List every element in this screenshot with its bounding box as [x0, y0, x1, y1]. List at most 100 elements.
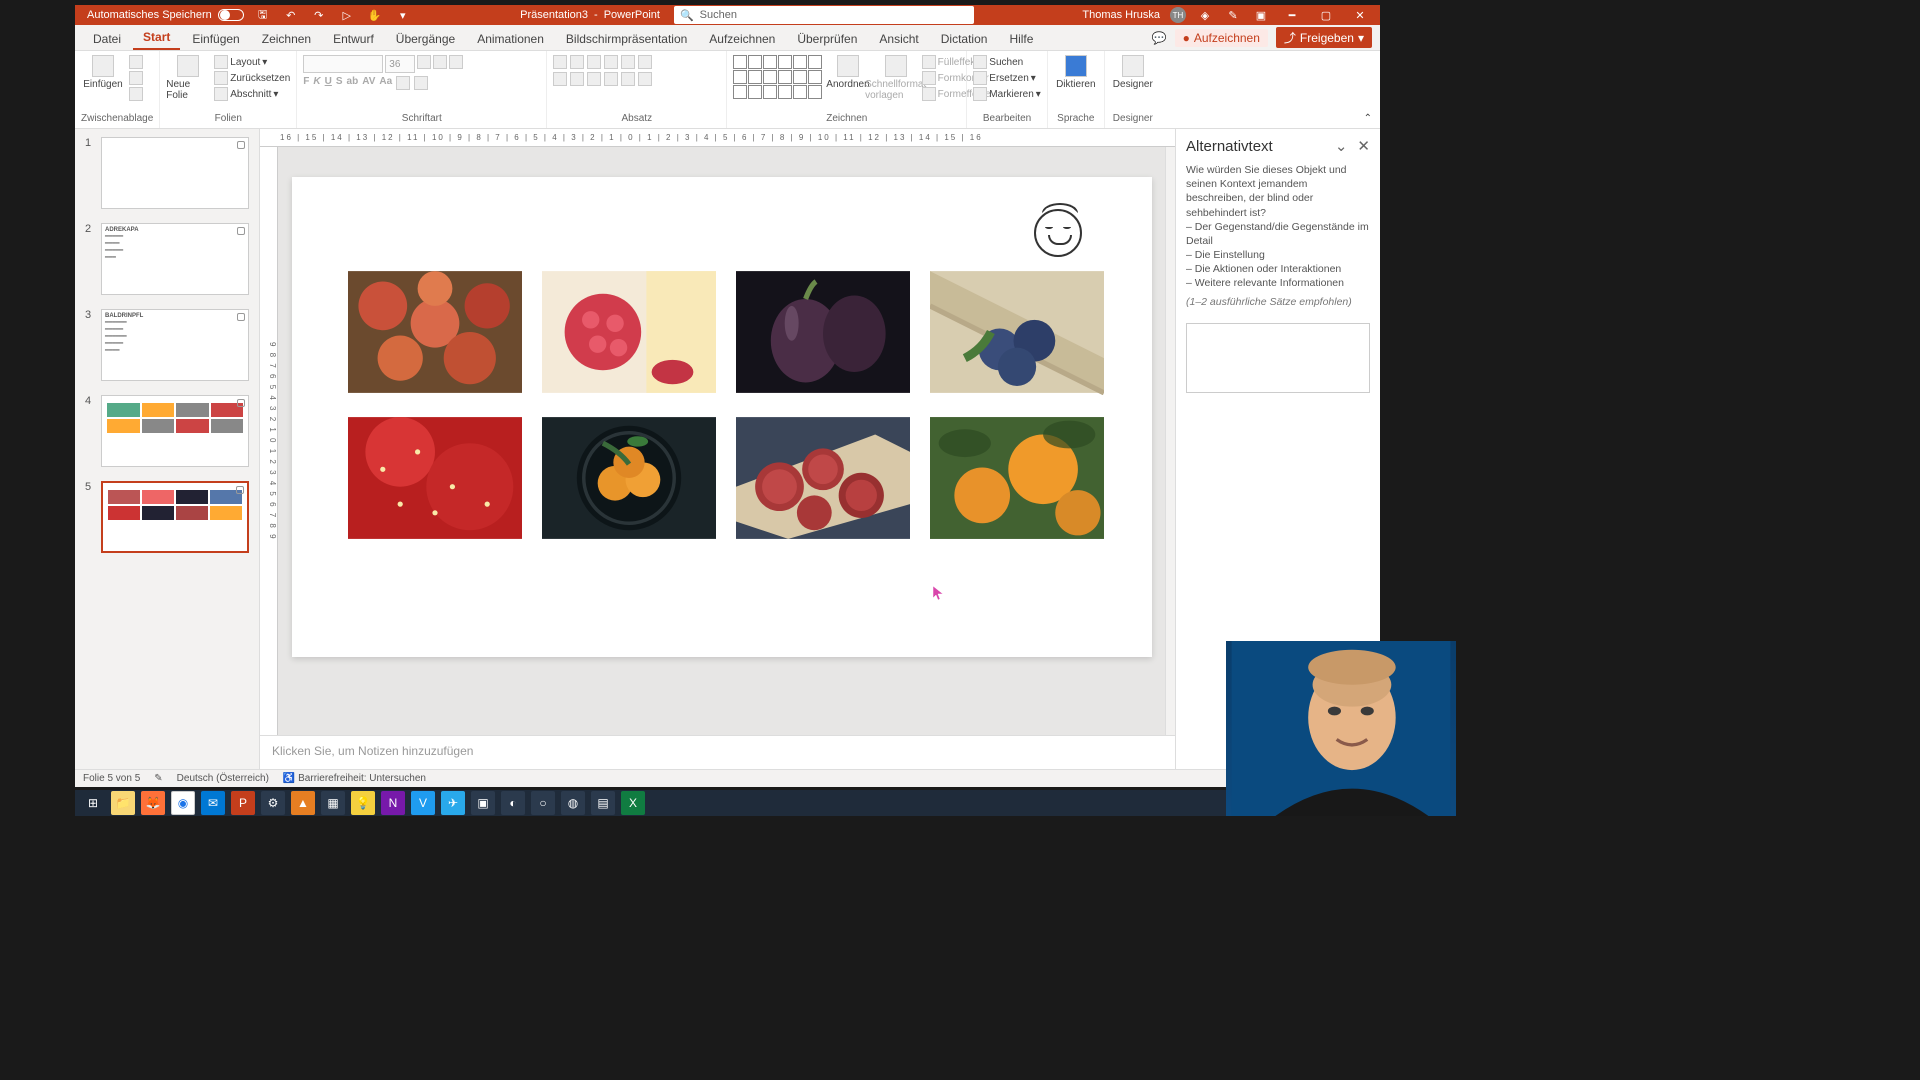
- tab-zeichnen[interactable]: Zeichnen: [252, 28, 321, 50]
- start-button[interactable]: ⊞: [81, 791, 105, 815]
- taskbar-app-icon[interactable]: ◐: [501, 791, 525, 815]
- tab-bildschirm[interactable]: Bildschirmpräsentation: [556, 28, 697, 50]
- horizontal-ruler[interactable]: 16 | 15 | 14 | 13 | 12 | 11 | 10 | 9 | 8…: [260, 129, 1175, 147]
- undo-icon[interactable]: ↶: [282, 6, 300, 24]
- image-figs[interactable]: [736, 269, 910, 395]
- minimize-icon[interactable]: ━: [1280, 5, 1304, 25]
- thumbnail-1[interactable]: 1: [85, 137, 249, 209]
- tab-start[interactable]: Start: [133, 26, 180, 50]
- section-button[interactable]: Abschnitt ▾: [214, 87, 290, 101]
- taskbar-vscode-icon[interactable]: V: [411, 791, 435, 815]
- thumbnail-4[interactable]: 4: [85, 395, 249, 467]
- indent-inc-icon[interactable]: [604, 55, 618, 69]
- user-name[interactable]: Thomas Hruska: [1082, 9, 1160, 21]
- thumbnail-5[interactable]: 5: [85, 481, 249, 553]
- slide-canvas-area[interactable]: [278, 147, 1165, 735]
- slide-thumbnail-pane[interactable]: 1 2 ADREKAPA━━━━━━━━━━━━━━━━━ 3 BALDRINP…: [75, 129, 260, 769]
- qat-more-icon[interactable]: ▾: [394, 6, 412, 24]
- tab-dictation[interactable]: Dictation: [931, 28, 998, 50]
- copy-icon[interactable]: [129, 71, 143, 85]
- designer-button[interactable]: Designer: [1111, 55, 1155, 90]
- image-blueberries[interactable]: [930, 269, 1104, 395]
- indent-dec-icon[interactable]: [587, 55, 601, 69]
- diamond-icon[interactable]: ◈: [1196, 6, 1214, 24]
- slide-counter[interactable]: Folie 5 von 5: [83, 773, 140, 784]
- comments-icon[interactable]: 💬: [1152, 31, 1167, 45]
- tab-uebergaenge[interactable]: Übergänge: [386, 28, 465, 50]
- shadow-icon[interactable]: ab: [347, 76, 359, 90]
- close-pane-icon[interactable]: ✕: [1357, 137, 1370, 155]
- alt-text-input[interactable]: [1186, 323, 1370, 393]
- text-dir-icon[interactable]: [638, 55, 652, 69]
- record-button[interactable]: ● Aufzeichnen: [1175, 29, 1268, 47]
- tab-datei[interactable]: Datei: [83, 28, 131, 50]
- grow-font-icon[interactable]: [417, 55, 431, 69]
- underline-icon[interactable]: U: [325, 76, 332, 90]
- pen-icon[interactable]: ✎: [1224, 6, 1242, 24]
- taskbar-outlook-icon[interactable]: ✉: [201, 791, 225, 815]
- taskbar-app-icon[interactable]: ⚙: [261, 791, 285, 815]
- reset-button[interactable]: Zurücksetzen: [214, 71, 290, 85]
- redo-icon[interactable]: ↷: [310, 6, 328, 24]
- search-box[interactable]: 🔍 Suchen: [674, 6, 974, 24]
- image-blood-orange[interactable]: [736, 415, 910, 541]
- taskbar-app-icon[interactable]: ○: [531, 791, 555, 815]
- bold-icon[interactable]: F: [303, 76, 309, 90]
- accessibility-status[interactable]: ♿ Barrierefreiheit: Untersuchen: [283, 773, 426, 784]
- smartart-icon[interactable]: [638, 72, 652, 86]
- taskbar-vlc-icon[interactable]: ▲: [291, 791, 315, 815]
- autosave-toggle[interactable]: [218, 9, 244, 21]
- taskbar-explorer-icon[interactable]: 📁: [111, 791, 135, 815]
- tab-einfuegen[interactable]: Einfügen: [182, 28, 249, 50]
- language-status[interactable]: Deutsch (Österreich): [177, 773, 269, 784]
- tab-hilfe[interactable]: Hilfe: [999, 28, 1043, 50]
- align-justify-icon[interactable]: [604, 72, 618, 86]
- font-size-input[interactable]: 36: [385, 55, 415, 73]
- taskbar-app-icon[interactable]: 💡: [351, 791, 375, 815]
- line-spacing-icon[interactable]: [621, 55, 635, 69]
- columns-icon[interactable]: [621, 72, 635, 86]
- taskbar-firefox-icon[interactable]: 🦊: [141, 791, 165, 815]
- close-icon[interactable]: ✕: [1348, 5, 1372, 25]
- shapes-gallery[interactable]: [733, 55, 822, 99]
- user-avatar[interactable]: TH: [1170, 7, 1186, 23]
- align-right-icon[interactable]: [587, 72, 601, 86]
- align-center-icon[interactable]: [570, 72, 584, 86]
- taskbar-app-icon[interactable]: ◍: [561, 791, 585, 815]
- collapse-ribbon-icon[interactable]: ⌃: [1356, 109, 1380, 128]
- image-oranges-bowl[interactable]: [542, 415, 716, 541]
- spacing-icon[interactable]: AV: [362, 76, 375, 90]
- maximize-icon[interactable]: ▢: [1314, 5, 1338, 25]
- clear-format-icon[interactable]: [449, 55, 463, 69]
- touch-icon[interactable]: ✋: [366, 6, 384, 24]
- image-strawberry[interactable]: [348, 415, 522, 541]
- font-color-icon[interactable]: [414, 76, 428, 90]
- case-icon[interactable]: Aa: [379, 76, 392, 90]
- select-button[interactable]: Markieren ▾: [973, 87, 1041, 101]
- paste-button[interactable]: Einfügen: [81, 55, 125, 90]
- tab-animationen[interactable]: Animationen: [467, 28, 554, 50]
- slide[interactable]: [292, 177, 1152, 657]
- thumbnail-3[interactable]: 3 BALDRINPFL━━━━━━━━━━━━━━━━━━━━━━━━━━: [85, 309, 249, 381]
- window-icon[interactable]: ▣: [1252, 6, 1270, 24]
- strike-icon[interactable]: S: [336, 76, 343, 90]
- quickstyles-button[interactable]: Schnellformat vorlagen: [874, 55, 918, 101]
- dictate-button[interactable]: Diktieren: [1054, 55, 1098, 90]
- vertical-ruler[interactable]: 9 8 7 6 5 4 3 2 1 0 1 2 3 4 5 6 7 8 9: [260, 147, 278, 735]
- taskbar-app-icon[interactable]: ▦: [321, 791, 345, 815]
- chevron-down-icon[interactable]: ⌄: [1335, 137, 1348, 155]
- italic-icon[interactable]: K: [313, 76, 320, 90]
- font-family-input[interactable]: [303, 55, 383, 73]
- image-raspberry[interactable]: [542, 269, 716, 395]
- tab-entwurf[interactable]: Entwurf: [323, 28, 384, 50]
- format-painter-icon[interactable]: [129, 87, 143, 101]
- tab-ansicht[interactable]: Ansicht: [869, 28, 928, 50]
- notes-pane[interactable]: Klicken Sie, um Notizen hinzuzufügen: [260, 735, 1175, 769]
- bullets-icon[interactable]: [553, 55, 567, 69]
- smiley-shape[interactable]: [1034, 209, 1082, 257]
- align-left-icon[interactable]: [553, 72, 567, 86]
- new-slide-button[interactable]: Neue Folie: [166, 55, 210, 101]
- taskbar-chrome-icon[interactable]: ◉: [171, 791, 195, 815]
- image-oranges-tree[interactable]: [930, 415, 1104, 541]
- taskbar-powerpoint-icon[interactable]: P: [231, 791, 255, 815]
